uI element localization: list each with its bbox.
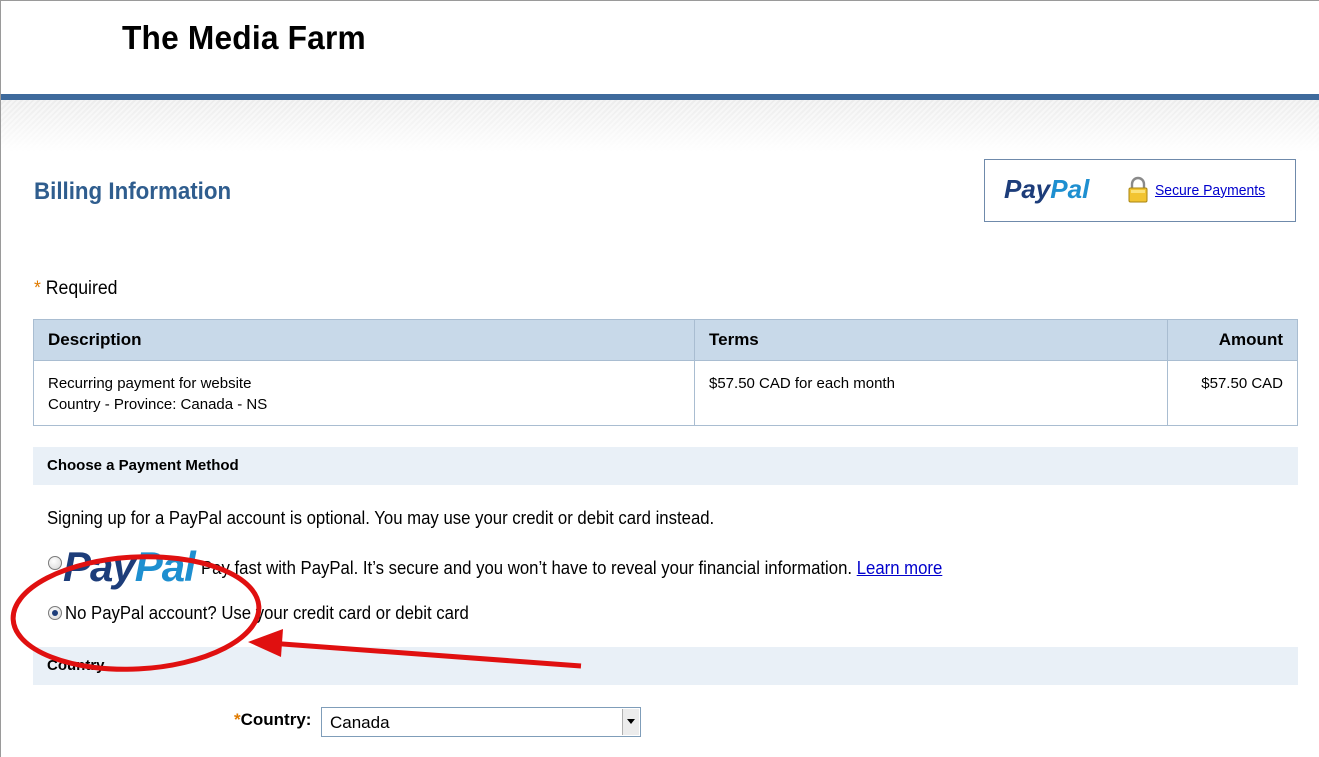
paypal-logo: PayPal xyxy=(1004,174,1089,205)
paypal-secure-box: PayPal Secure Payments xyxy=(984,159,1296,222)
paypal-option-description: Pay fast with PayPal. It’s secure and yo… xyxy=(201,558,853,578)
card-option-label[interactable]: No PayPal account? Use your credit card … xyxy=(65,603,469,624)
cell-amount: $57.50 CAD xyxy=(1167,360,1298,426)
country-required-star: * xyxy=(234,710,241,729)
country-select[interactable]: Canada xyxy=(321,707,641,737)
cell-description: Recurring payment for website Country - … xyxy=(33,360,695,426)
lock-icon xyxy=(1128,176,1148,203)
learn-more-link[interactable]: Learn more xyxy=(857,558,943,578)
paypal-option-radio[interactable] xyxy=(48,556,62,570)
paypal-option-logo-pal: Pal xyxy=(134,543,196,590)
description-line-2: Country - Province: Canada - NS xyxy=(48,396,268,413)
country-select-value: Canada xyxy=(330,713,390,732)
billing-page: The Media Farm Billing Information PayPa… xyxy=(0,0,1319,757)
country-label: Country: xyxy=(240,710,312,729)
optional-account-text: Signing up for a PayPal account is optio… xyxy=(47,508,715,528)
required-note: * Required xyxy=(34,278,118,300)
country-field-label: *Country: xyxy=(234,710,311,730)
paypal-option-logo: PayPal xyxy=(63,543,196,590)
order-summary-table: Description Terms Amount Recurring payme… xyxy=(33,319,1298,426)
table-header-row: Description Terms Amount xyxy=(33,319,1298,361)
header-description: Description xyxy=(33,319,695,361)
table-row: Recurring payment for website Country - … xyxy=(33,360,1298,426)
select-arrow-icon[interactable] xyxy=(622,709,639,735)
card-option-radio[interactable] xyxy=(48,606,62,620)
description-line-1: Recurring payment for website xyxy=(48,375,252,392)
required-star: * xyxy=(34,278,41,299)
cell-terms: $57.50 CAD for each month xyxy=(694,360,1168,426)
payment-method-heading: Choose a Payment Method xyxy=(33,447,1298,485)
required-label: Required xyxy=(45,278,118,299)
country-section-heading: Country xyxy=(33,647,1298,685)
header-amount: Amount xyxy=(1167,319,1298,361)
header-terms: Terms xyxy=(694,319,1168,361)
paypal-logo-pay: Pay xyxy=(1004,174,1051,204)
merchant-name: The Media Farm xyxy=(122,19,366,56)
header-pattern xyxy=(1,100,1319,152)
page-title: Billing Information xyxy=(34,178,232,205)
paypal-option-logo-pay: Pay xyxy=(63,543,136,590)
paypal-logo-pal: Pal xyxy=(1050,174,1090,204)
paypal-option-label: Pay fast with PayPal. It’s secure and yo… xyxy=(201,558,942,579)
secure-payments-link[interactable]: Secure Payments xyxy=(1155,182,1265,199)
